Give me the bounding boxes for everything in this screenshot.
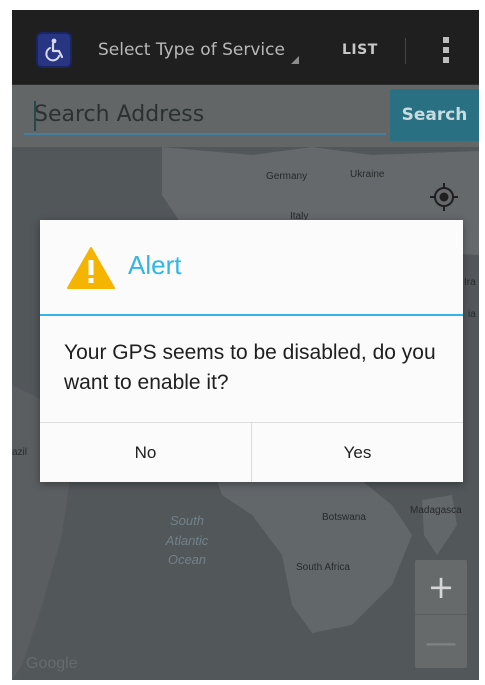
yes-button[interactable]: Yes	[251, 423, 463, 482]
dialog-title: Alert	[128, 250, 182, 280]
no-button[interactable]: No	[40, 423, 251, 482]
dialog-button-bar: No Yes	[40, 422, 463, 482]
warning-icon	[67, 247, 115, 289]
gps-alert-dialog: Alert Your GPS seems to be disabled, do …	[40, 220, 463, 482]
dialog-message: Your GPS seems to be disabled, do you wa…	[64, 341, 436, 394]
device-screen: Select Type of Service LIST Search Germa…	[12, 10, 479, 680]
dialog-header: Alert	[40, 220, 463, 316]
